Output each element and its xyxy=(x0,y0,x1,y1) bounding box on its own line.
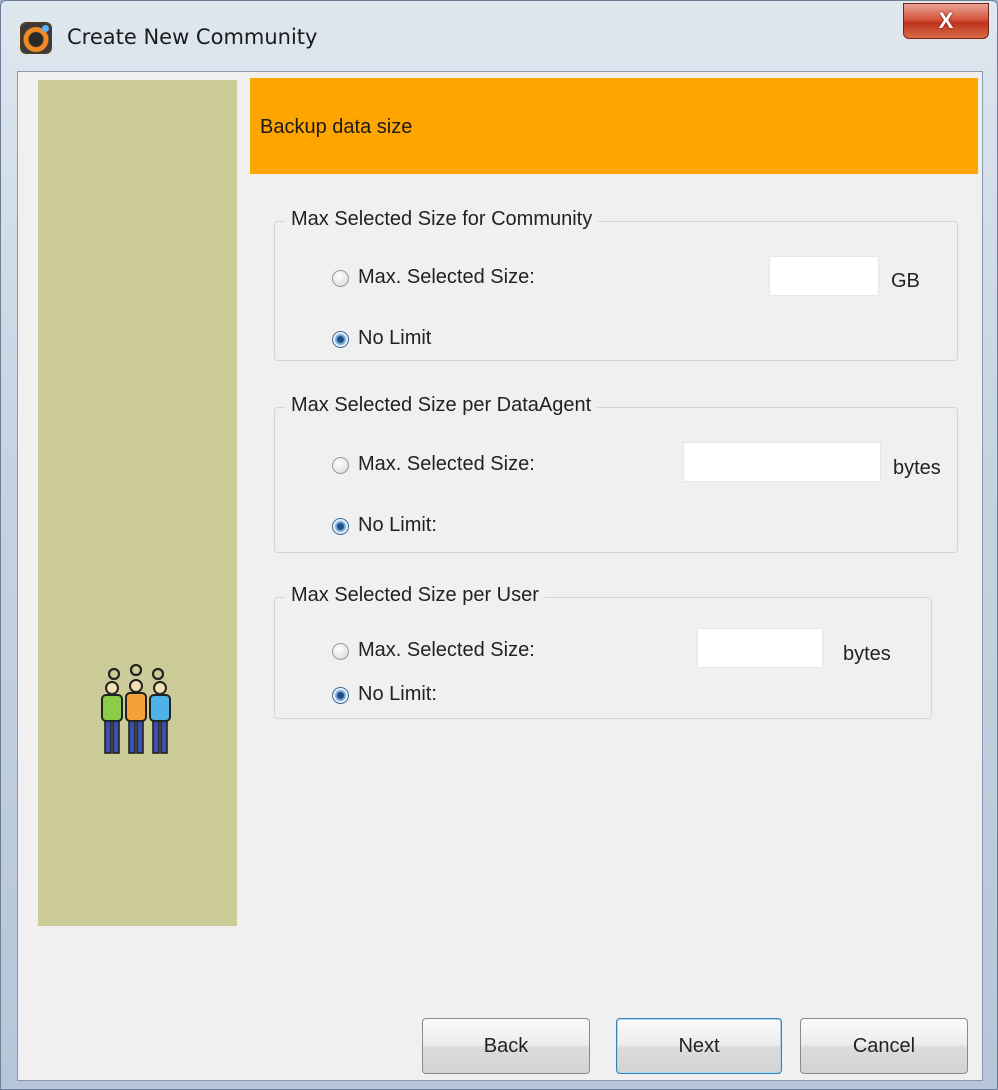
no-limit-label: No Limit: xyxy=(358,514,437,536)
max-size-input[interactable] xyxy=(683,442,881,482)
no-limit-radio[interactable] xyxy=(332,687,349,704)
cancel-button[interactable]: Cancel xyxy=(800,1018,968,1074)
max-size-radio[interactable] xyxy=(332,643,349,660)
max-size-label: Max. Selected Size: xyxy=(358,266,535,288)
no-limit-label: No Limit xyxy=(358,327,432,349)
next-button[interactable]: Next xyxy=(616,1018,782,1074)
dialog-client-area: Backup data size Max Selected Size for C… xyxy=(17,71,983,1081)
community-size-group: Max Selected Size for Community Max. Sel… xyxy=(274,208,958,361)
user-size-group: Max Selected Size per User Max. Selected… xyxy=(274,584,932,719)
no-limit-radio[interactable] xyxy=(332,518,349,535)
unit-label: bytes xyxy=(843,643,891,665)
no-limit-radio[interactable] xyxy=(332,331,349,348)
max-size-input[interactable] xyxy=(697,628,823,668)
window-title: Create New Community xyxy=(67,25,318,49)
header-banner: Backup data size xyxy=(250,78,978,174)
max-size-input[interactable] xyxy=(769,256,879,296)
close-icon: X xyxy=(938,8,954,33)
max-size-label: Max. Selected Size: xyxy=(358,639,535,661)
max-size-radio[interactable] xyxy=(332,457,349,474)
dataagent-size-group: Max Selected Size per DataAgent Max. Sel… xyxy=(274,394,958,553)
group-legend: Max Selected Size per DataAgent xyxy=(285,394,598,417)
max-size-radio[interactable] xyxy=(332,270,349,287)
app-icon xyxy=(21,23,51,53)
unit-label: GB xyxy=(891,270,920,292)
back-button[interactable]: Back xyxy=(422,1018,590,1074)
wizard-sidebar xyxy=(38,80,237,926)
unit-label: bytes xyxy=(893,457,941,479)
no-limit-label: No Limit: xyxy=(358,683,437,705)
max-size-label: Max. Selected Size: xyxy=(358,453,535,475)
close-button[interactable]: X xyxy=(903,3,989,39)
page-title: Backup data size xyxy=(260,116,413,138)
people-group-icon xyxy=(101,664,171,754)
dialog-window: Create New Community X Backup data size … xyxy=(0,0,998,1090)
group-legend: Max Selected Size per User xyxy=(285,584,545,607)
title-bar[interactable]: Create New Community X xyxy=(1,1,997,71)
group-legend: Max Selected Size for Community xyxy=(285,208,599,231)
